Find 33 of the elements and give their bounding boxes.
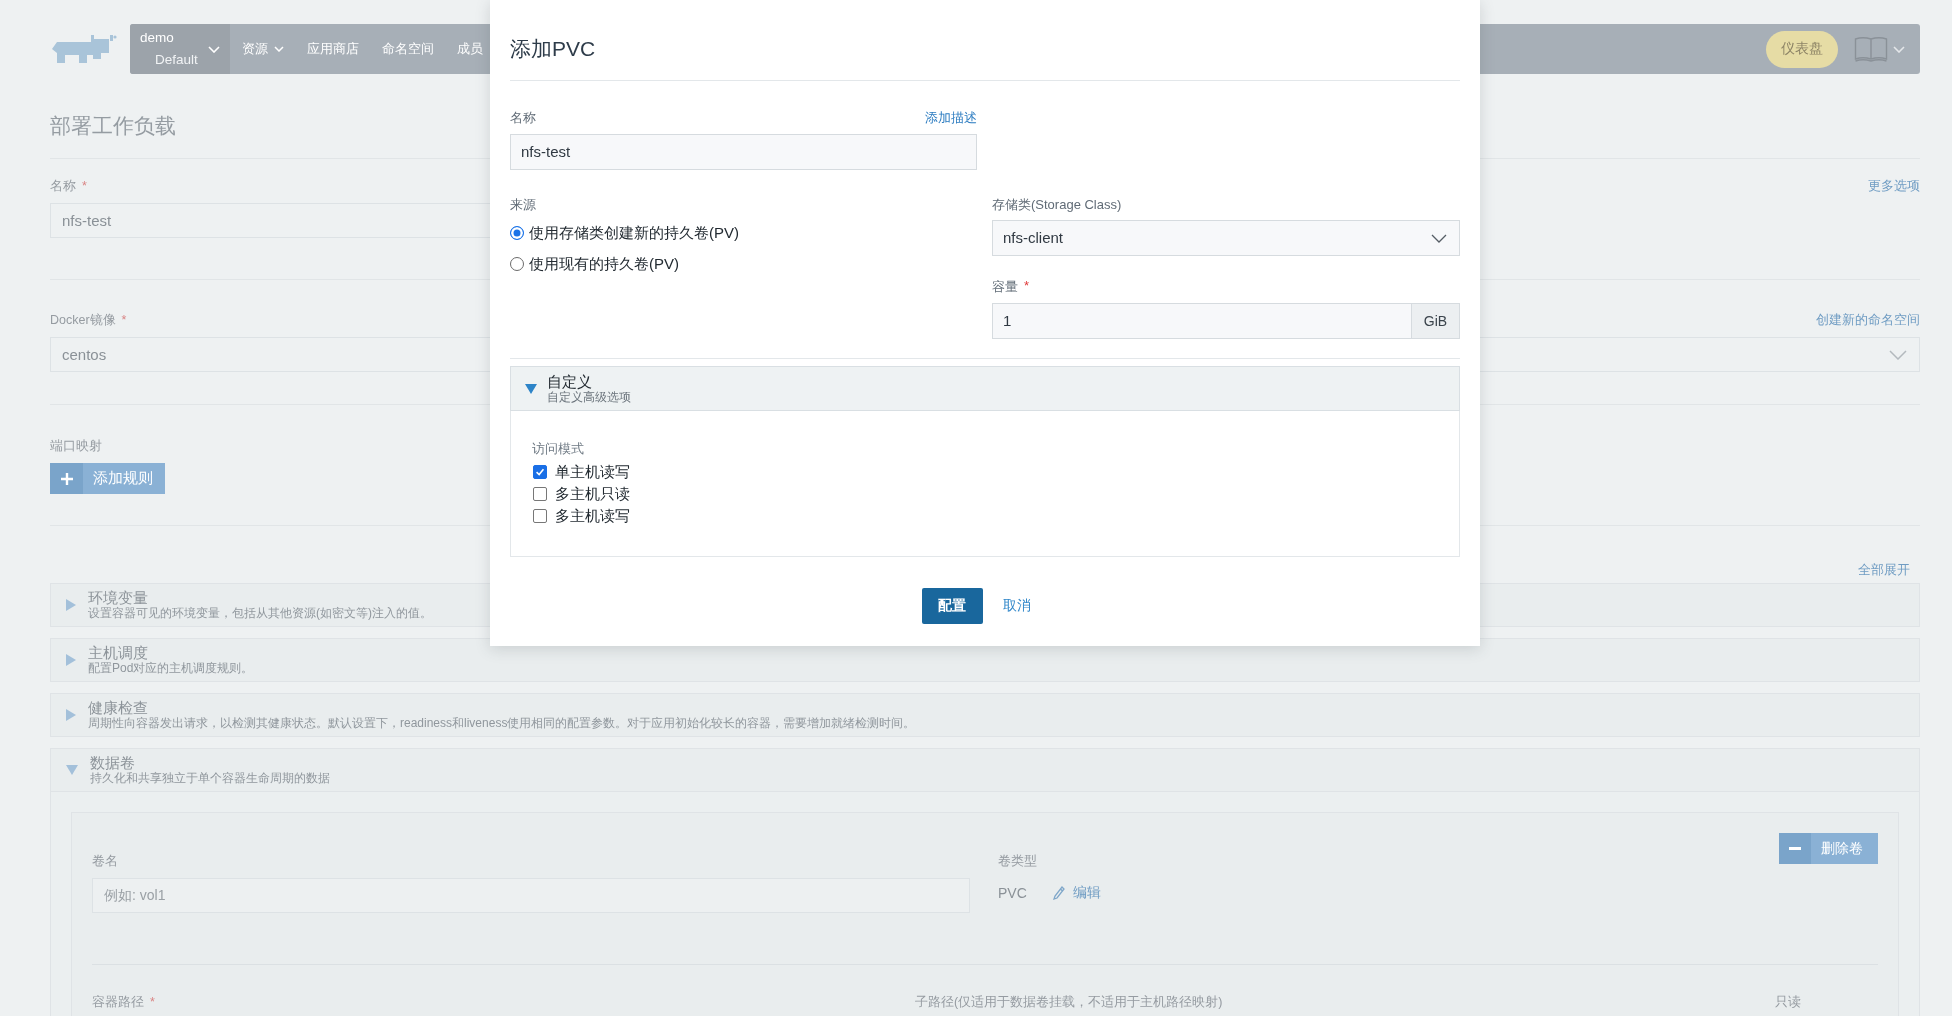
required-mark: * (150, 994, 155, 1011)
section-title: 数据卷 (90, 754, 136, 771)
section-description: 周期性向容器发出请求，以检测其健康状态。默认设置下，readiness和liveness使用相同的配置参数。对于应用初始化较长的容器，需要增加就绪检测时间。 (88, 716, 916, 731)
column-label: 子路径(仅适用于数据卷挂载，不适用于主机路径映射) (915, 994, 1223, 1011)
column-label: 容器路径 (92, 994, 144, 1011)
volume-type-value: PVC (998, 885, 1027, 901)
section-title: 主机调度 (88, 644, 149, 661)
unit-label: GiB (1412, 303, 1460, 339)
field-label: 名称 (50, 178, 76, 195)
page-title: 部署工作负载 (50, 113, 176, 139)
field-label: 访问模式 (532, 442, 584, 456)
column-label: 只读 (1775, 994, 1801, 1011)
field-label: 容量 (992, 278, 1018, 296)
field-label: 来源 (510, 196, 536, 214)
field-label: 卷类型 (998, 853, 1037, 870)
section-description: 设置容器可见的环境变量，包括从其他资源(如密文等)注入的值。 (88, 606, 432, 621)
section-description: 配置Pod对应的主机调度规则。 (88, 661, 254, 676)
customize-subtitle: 自定义高级选项 (547, 390, 631, 405)
field-label: 卷名 (92, 853, 118, 870)
section-title: 环境变量 (88, 589, 149, 606)
dialog-title: 添加PVC (510, 36, 596, 62)
field-label: Docker镜像 (50, 312, 116, 329)
customize-title: 自定义 (547, 373, 593, 390)
field-label: 名称 (510, 109, 536, 127)
section-title: 健康检查 (88, 699, 149, 716)
required-mark: * (82, 178, 87, 195)
field-label: 端口映射 (50, 438, 102, 455)
project-name: demo (140, 29, 175, 47)
cluster-name: Default (154, 51, 199, 69)
section-description: 持久化和共享独立于单个容器生命周期的数据 (90, 771, 330, 786)
field-label: 存储类(Storage Class) (992, 196, 1122, 214)
required-mark: * (1024, 278, 1030, 295)
required-mark: * (121, 312, 127, 329)
